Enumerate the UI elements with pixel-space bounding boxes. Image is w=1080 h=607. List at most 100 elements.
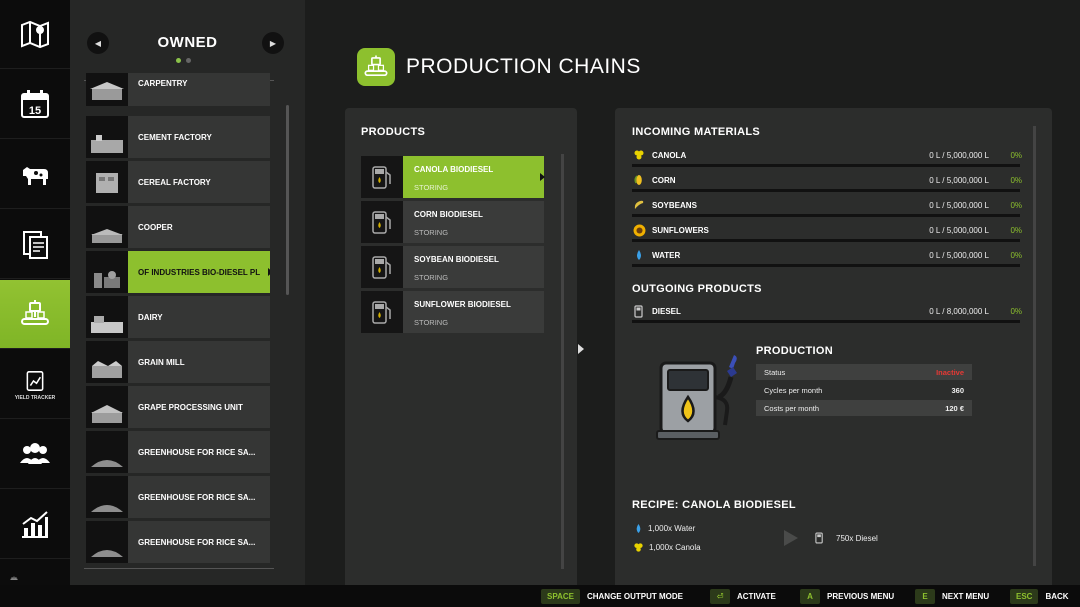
- hint-previous-menu[interactable]: A PREVIOUS MENU: [800, 585, 894, 607]
- owned-item-label: GREENHOUSE FOR RICE SA...: [128, 476, 270, 518]
- fuel-pump-thumbnail: [361, 201, 403, 243]
- owned-item-selected[interactable]: OF INDUSTRIES BIO-DIESEL PL: [86, 251, 270, 293]
- rail-item-map[interactable]: [0, 0, 70, 69]
- livestock-icon: [23, 167, 48, 185]
- enter-key-icon: ⏎: [710, 588, 730, 604]
- fuel-pump-thumbnail: [361, 246, 403, 288]
- material-name: CORN: [652, 176, 676, 185]
- owned-item[interactable]: GREENHOUSE FOR RICE SA...: [86, 476, 270, 518]
- owned-item[interactable]: GREENHOUSE FOR RICE SA...: [86, 521, 270, 563]
- owned-item-label: COOPER: [128, 206, 270, 248]
- details-panel: INCOMING MATERIALS CANOLA 0 L / 5,000,00…: [615, 108, 1052, 585]
- greenhouse-building-icon: [91, 460, 123, 467]
- building-thumbnail: [86, 251, 128, 293]
- material-amount: 0 L / 5,000,000 L: [929, 201, 989, 210]
- next-page-button[interactable]: ▶: [262, 32, 284, 54]
- material-name: SUNFLOWERS: [652, 226, 709, 235]
- rail-item-more[interactable]: [0, 560, 70, 586]
- canola-icon: [634, 543, 643, 552]
- recipe-input-text: 1,000x Canola: [649, 543, 701, 552]
- recipe-input: 1,000x Canola: [633, 542, 701, 553]
- product-item-body: SOYBEAN BIODIESEL STORING: [403, 246, 544, 288]
- input-hints-bar: SPACE CHANGE OUTPUT MODE ⏎ ACTIVATE A PR…: [0, 585, 1080, 607]
- building-thumbnail: [86, 521, 128, 563]
- material-percent: 0%: [1010, 226, 1022, 235]
- recipe-output: 750x Diesel: [815, 532, 878, 544]
- product-name: SUNFLOWER BIODIESEL: [414, 300, 511, 309]
- building-thumbnail: [86, 116, 128, 158]
- building-thumbnail: [86, 386, 128, 428]
- material-amount: 0 L / 5,000,000 L: [929, 151, 989, 160]
- rail-item-livestock[interactable]: [0, 140, 70, 209]
- diesel-icon: [815, 532, 823, 544]
- material-row: SUNFLOWERS 0 L / 5,000,000 L 0%: [632, 223, 1022, 245]
- owned-item[interactable]: GRAIN MILL: [86, 341, 270, 383]
- diesel-icon: [632, 304, 646, 318]
- material-percent: 0%: [1010, 151, 1022, 160]
- material-percent: 0%: [1010, 176, 1022, 185]
- rail-item-statistics[interactable]: [0, 490, 70, 559]
- owned-item[interactable]: CARPENTRY: [86, 73, 270, 106]
- fuel-pump-thumbnail: [361, 156, 403, 198]
- owned-item-label: CEREAL FACTORY: [128, 161, 270, 203]
- calendar-icon: 15: [21, 90, 49, 118]
- owned-item-label: OF INDUSTRIES BIO-DIESEL PL: [128, 251, 270, 293]
- product-item-selected[interactable]: CANOLA BIODIESEL STORING: [361, 156, 545, 198]
- water-icon: [632, 248, 646, 262]
- yield-tracker-label: YIELD TRACKER: [14, 394, 56, 401]
- fuel-pump-icon: [372, 166, 391, 189]
- owned-item[interactable]: GRAPE PROCESSING UNIT: [86, 386, 270, 428]
- material-fill-bar: [632, 189, 1020, 192]
- owned-item[interactable]: CEREAL FACTORY: [86, 161, 270, 203]
- rail-item-workers[interactable]: [0, 420, 70, 489]
- cycles-value: 360: [951, 385, 964, 395]
- hint-change-output-mode[interactable]: SPACE CHANGE OUTPUT MODE: [541, 585, 683, 607]
- grain-mill-building-icon: [92, 361, 122, 378]
- rail-item-production[interactable]: [0, 280, 76, 349]
- owned-scrollbar[interactable]: [286, 105, 289, 295]
- rail-item-contracts[interactable]: [0, 210, 70, 279]
- material-fill-bar: [632, 214, 1020, 217]
- owned-item[interactable]: GREENHOUSE FOR RICE SA...: [86, 431, 270, 473]
- material-percent: 0%: [1010, 201, 1022, 210]
- owned-item-label: GREENHOUSE FOR RICE SA...: [128, 431, 270, 473]
- costs-label: Costs per month: [764, 403, 820, 413]
- owned-item[interactable]: DAIRY: [86, 296, 270, 338]
- rail-item-yield-tracker[interactable]: YIELD TRACKER: [0, 350, 70, 419]
- hint-activate[interactable]: ⏎ ACTIVATE: [710, 585, 776, 607]
- owned-item-label: GRAIN MILL: [128, 341, 270, 383]
- page-dot[interactable]: [186, 58, 191, 63]
- product-item[interactable]: CORN BIODIESEL STORING: [361, 201, 544, 243]
- fuel-pump-illustration: [655, 353, 745, 448]
- workers-icon: [20, 443, 50, 464]
- page-dot-active[interactable]: [176, 58, 181, 63]
- recipe-output-text: 750x Diesel: [836, 533, 878, 543]
- fuel-pump-icon: [372, 211, 391, 234]
- key-badge: SPACE: [541, 588, 580, 604]
- owned-item-label: DAIRY: [128, 296, 270, 338]
- rail-item-calendar[interactable]: 15: [0, 70, 70, 139]
- hint-label: CHANGE OUTPUT MODE: [586, 591, 683, 601]
- sunflower-icon: [632, 223, 646, 237]
- cooper-building-icon: [91, 229, 123, 243]
- owned-item-label: GREENHOUSE FOR RICE SA...: [128, 521, 270, 563]
- costs-value: 120 €: [945, 403, 964, 413]
- product-output-name: DIESEL: [652, 307, 681, 316]
- product-item[interactable]: SOYBEAN BIODIESEL STORING: [361, 246, 544, 288]
- map-icon: [21, 20, 49, 49]
- owned-item[interactable]: COOPER: [86, 206, 270, 248]
- product-item[interactable]: SUNFLOWER BIODIESEL STORING: [361, 291, 544, 333]
- owned-item[interactable]: CEMENT FACTORY: [86, 116, 270, 158]
- hint-back[interactable]: ESC BACK: [1010, 585, 1069, 607]
- material-fill-bar: [632, 264, 1020, 267]
- building-thumbnail: [86, 206, 128, 248]
- hint-next-menu[interactable]: E NEXT MENU: [915, 585, 989, 607]
- production-title: PRODUCTION: [756, 345, 833, 357]
- material-fill-bar: [632, 164, 1020, 167]
- cement-factory-building-icon: [91, 135, 123, 153]
- product-output-fill-bar: [632, 320, 1020, 323]
- products-title: PRODUCTS: [361, 126, 426, 138]
- details-scrollbar[interactable]: [1033, 126, 1036, 566]
- corn-icon: [632, 173, 646, 187]
- products-scrollbar[interactable]: [561, 154, 564, 569]
